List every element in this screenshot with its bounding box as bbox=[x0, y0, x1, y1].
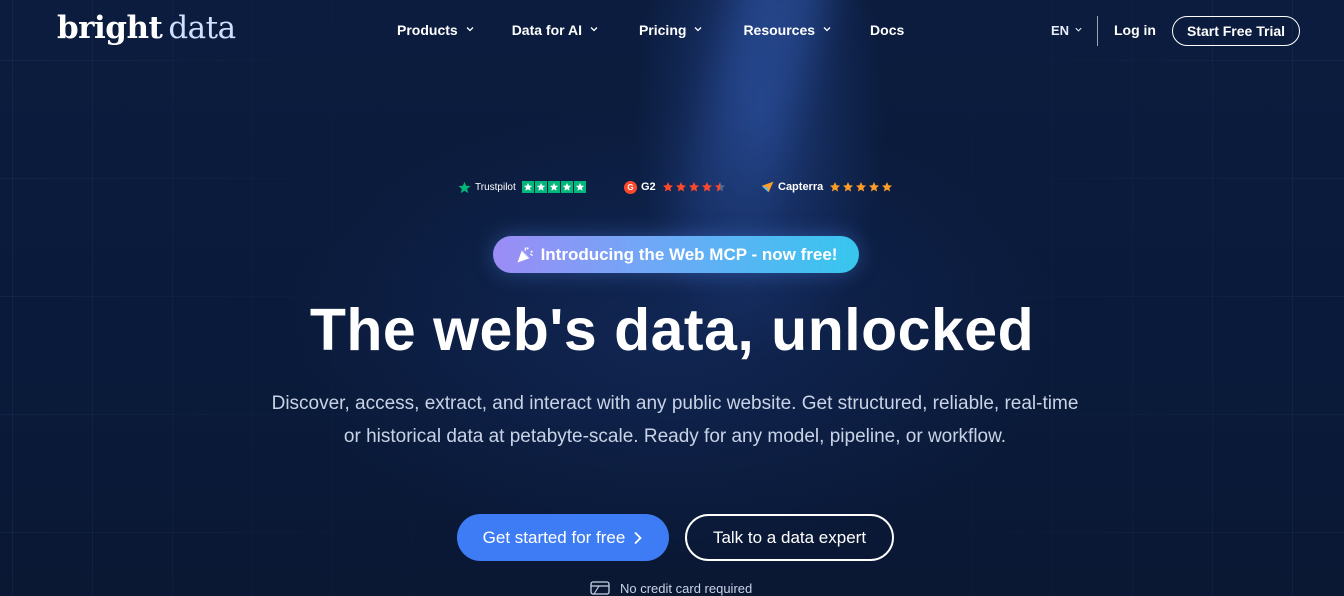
capterra-stars bbox=[829, 181, 894, 193]
logo-word-bright: bright bbox=[57, 10, 163, 46]
chevron-right-icon bbox=[633, 531, 643, 545]
site-header: bright data Products Data for AI Pricing … bbox=[0, 0, 1344, 62]
trustpilot-label: Trustpilot bbox=[475, 181, 516, 193]
talk-to-expert-button[interactable]: Talk to a data expert bbox=[685, 514, 894, 561]
credit-card-icon bbox=[590, 580, 610, 596]
trustpilot-star-icon bbox=[458, 181, 471, 193]
start-free-trial-button[interactable]: Start Free Trial bbox=[1172, 16, 1300, 46]
logo-word-data: data bbox=[168, 10, 236, 46]
hero-title: The web's data, unlocked bbox=[309, 297, 1035, 363]
star-icon bbox=[869, 182, 880, 192]
chevron-down-icon bbox=[823, 27, 831, 32]
nav-label: Resources bbox=[743, 22, 816, 38]
nav-label: Pricing bbox=[638, 22, 687, 38]
login-link[interactable]: Log in bbox=[1114, 22, 1156, 38]
hero-subtitle-line: Discover, access, extract, and interact … bbox=[271, 393, 1079, 414]
capterra-label: Capterra bbox=[778, 181, 824, 193]
star-icon bbox=[560, 181, 573, 193]
star-icon bbox=[573, 181, 586, 193]
nav-item-data-for-ai[interactable]: Data for AI bbox=[512, 22, 599, 38]
star-icon bbox=[688, 182, 699, 192]
capterra-rating[interactable]: Capterra bbox=[761, 179, 894, 195]
star-icon bbox=[662, 182, 673, 192]
capterra-logo-icon bbox=[761, 181, 774, 193]
g2-rating[interactable]: G G2 bbox=[624, 179, 727, 195]
ratings-bar: Trustpilot G G2 Capterra bbox=[0, 179, 1344, 195]
get-started-label: Get started for free bbox=[482, 527, 626, 547]
chevron-down-icon bbox=[466, 27, 474, 32]
trustpilot-rating[interactable]: Trustpilot bbox=[458, 179, 587, 195]
party-popper-icon bbox=[515, 245, 535, 265]
web-mcp-announcement-banner[interactable]: Introducing the Web MCP - now free! bbox=[493, 236, 859, 273]
get-started-button[interactable]: Get started for free bbox=[457, 514, 669, 561]
nav-label: Products bbox=[397, 22, 458, 38]
trustpilot-stars bbox=[521, 181, 587, 193]
nav-item-docs[interactable]: Docs bbox=[870, 22, 904, 38]
nav-item-resources[interactable]: Resources bbox=[743, 22, 832, 38]
star-icon bbox=[830, 182, 841, 192]
star-icon bbox=[843, 182, 854, 192]
bright-data-logo[interactable]: bright data bbox=[57, 10, 236, 46]
header-divider bbox=[1097, 16, 1098, 46]
g2-stars bbox=[662, 181, 727, 193]
chevron-down-icon bbox=[694, 27, 702, 32]
half-star-icon bbox=[714, 182, 725, 192]
no-credit-card-note: No credit card required bbox=[590, 580, 752, 596]
language-selector[interactable]: EN bbox=[1051, 23, 1083, 38]
chevron-down-icon bbox=[590, 27, 598, 32]
hero-subtitle: Discover, access, extract, and interact … bbox=[250, 387, 1100, 453]
star-icon bbox=[856, 182, 867, 192]
star-icon bbox=[521, 181, 534, 193]
language-label: EN bbox=[1051, 23, 1070, 38]
no-credit-card-text: No credit card required bbox=[620, 580, 753, 596]
star-icon bbox=[701, 182, 712, 192]
g2-label: G2 bbox=[641, 181, 656, 193]
main-nav: Products Data for AI Pricing Resources D… bbox=[397, 22, 904, 38]
star-icon bbox=[882, 182, 893, 192]
star-icon bbox=[534, 181, 547, 193]
nav-label: Data for AI bbox=[511, 22, 582, 38]
hero-subtitle-line: or historical data at petabyte-scale. Re… bbox=[343, 426, 1007, 447]
nav-item-pricing[interactable]: Pricing bbox=[639, 22, 703, 38]
chevron-down-icon bbox=[1075, 27, 1082, 32]
nav-label: Docs bbox=[870, 22, 905, 38]
star-icon bbox=[547, 181, 560, 193]
g2-logo-icon: G bbox=[624, 180, 637, 194]
star-icon bbox=[675, 182, 686, 192]
nav-item-products[interactable]: Products bbox=[397, 22, 475, 38]
announcement-text: Introducing the Web MCP - now free! bbox=[540, 244, 838, 264]
